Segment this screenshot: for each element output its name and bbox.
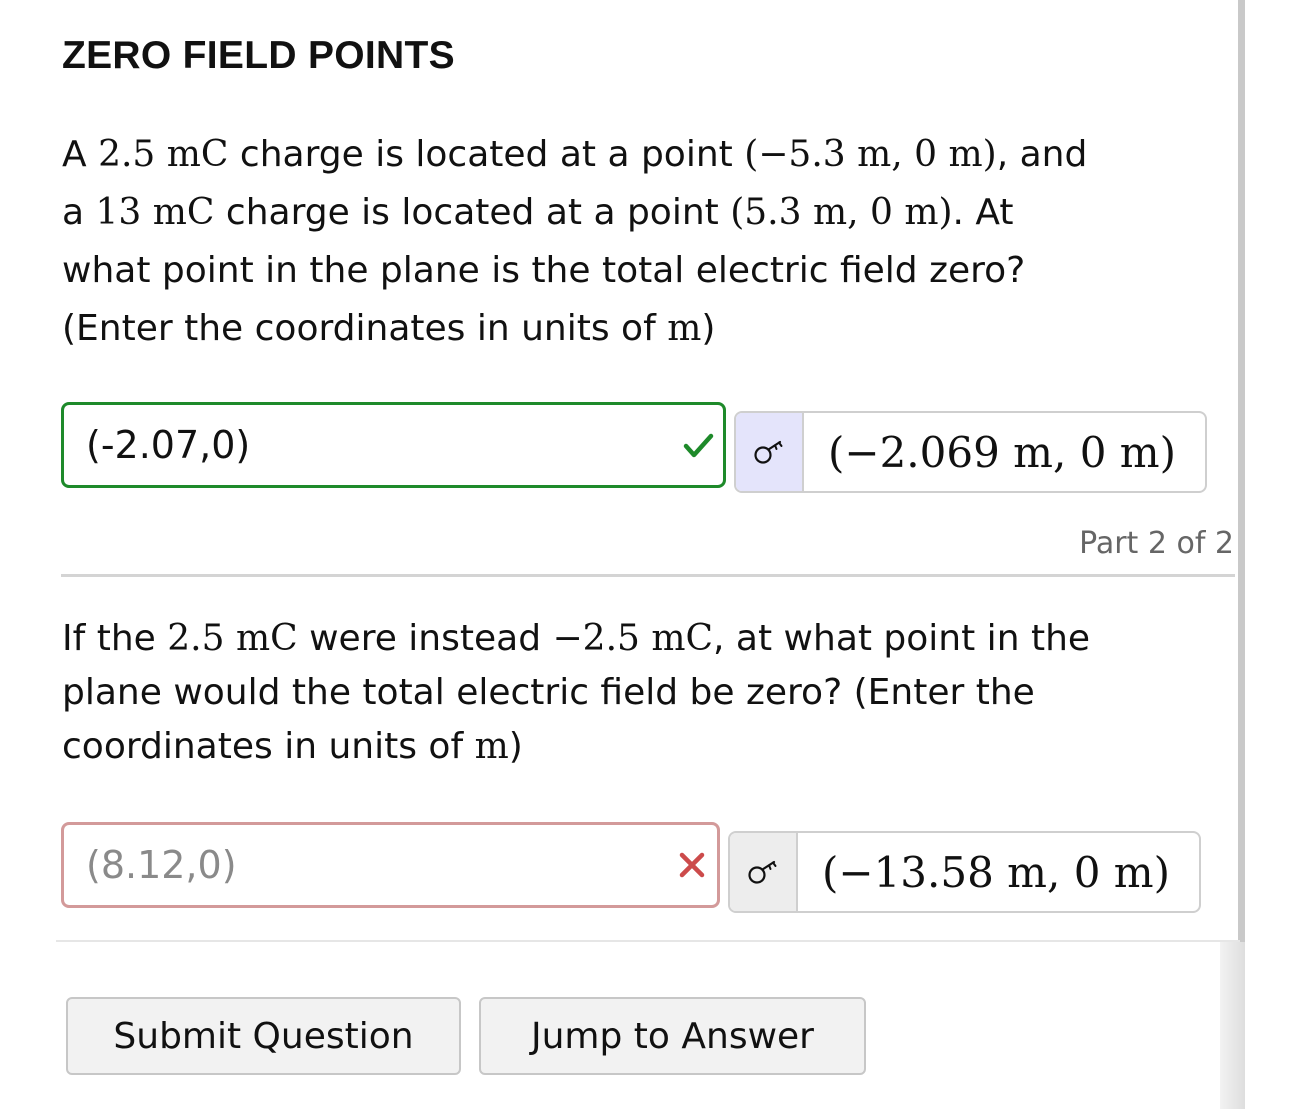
submit-question-button[interactable]: Submit Question <box>66 997 461 1075</box>
part1-preview-toggle[interactable] <box>736 413 804 491</box>
part1-answer-preview: (−2.069 m, 0 m) <box>734 411 1207 493</box>
part2-preview-value: (−13.58 m, 0 m) <box>822 847 1170 897</box>
part2-answer-preview: (−13.58 m, 0 m) <box>728 831 1201 913</box>
math-expression: 2.5 mC <box>167 618 298 659</box>
question-text: . At <box>952 192 1014 233</box>
jump-to-answer-button[interactable]: Jump to Answer <box>479 997 866 1075</box>
x-mark-icon <box>679 852 705 878</box>
math-expression: m <box>474 726 509 767</box>
question-line: A 2.5 mC charge is located at a point (−… <box>62 126 1087 184</box>
page-edge-shadow <box>1220 942 1245 1109</box>
question-text: a <box>62 192 96 233</box>
question-line: If the 2.5 mC were instead −2.5 mC, at w… <box>62 612 1090 666</box>
key-icon <box>748 860 777 884</box>
math-expression: −2.5 mC <box>552 618 714 659</box>
part1-preview-value: (−2.069 m, 0 m) <box>828 427 1176 477</box>
math-expression: 13 mC <box>95 192 215 233</box>
question-title: ZERO FIELD POINTS <box>62 34 455 77</box>
question-text: (Enter the coordinates in units of <box>62 308 668 349</box>
question-text: If the <box>62 618 168 659</box>
part2-preview-toggle[interactable] <box>730 833 798 911</box>
part2-answer-field[interactable]: (8.12,0) <box>61 822 720 908</box>
question-line: (Enter the coordinates in units of m) <box>62 300 1087 358</box>
section-divider <box>56 940 1240 942</box>
question-text: ) <box>508 726 523 767</box>
question-text: , and <box>996 134 1088 175</box>
math-expression: 2.5 mC <box>98 134 229 175</box>
key-icon <box>754 440 783 464</box>
math-expression: (−5.3 m, 0 m) <box>744 134 997 175</box>
math-expression: (5.3 m, 0 m) <box>730 192 953 233</box>
question-text: charge is located at a point <box>214 192 731 233</box>
question-text: what point in the plane is the total ele… <box>62 250 1026 291</box>
question-text: charge is located at a point <box>228 134 745 175</box>
math-expression: m <box>667 308 702 349</box>
part1-question: A 2.5 mC charge is located at a point (−… <box>62 126 1087 358</box>
question-text: ) <box>701 308 716 349</box>
part-divider <box>61 574 1235 577</box>
question-text: were instead <box>297 618 553 659</box>
question-text: coordinates in units of <box>62 726 475 767</box>
question-line: what point in the plane is the total ele… <box>62 242 1087 300</box>
checkmark-icon <box>683 433 714 458</box>
part2-answer-value[interactable]: (8.12,0) <box>86 843 237 887</box>
question-line: a 13 mC charge is located at a point (5.… <box>62 184 1087 242</box>
question-text: plane would the total electric field be … <box>62 672 1035 713</box>
part1-answer-field[interactable]: (-2.07,0) <box>61 402 726 488</box>
question-line: plane would the total electric field be … <box>62 666 1090 720</box>
question-line: coordinates in units of m) <box>62 720 1090 774</box>
part1-answer-value[interactable]: (-2.07,0) <box>86 423 250 467</box>
question-text: A <box>62 134 99 175</box>
part2-question: If the 2.5 mC were instead −2.5 mC, at w… <box>62 612 1090 774</box>
question-text: , at what point in the <box>713 618 1091 659</box>
part-label: Part 2 of 2 <box>1079 526 1234 561</box>
